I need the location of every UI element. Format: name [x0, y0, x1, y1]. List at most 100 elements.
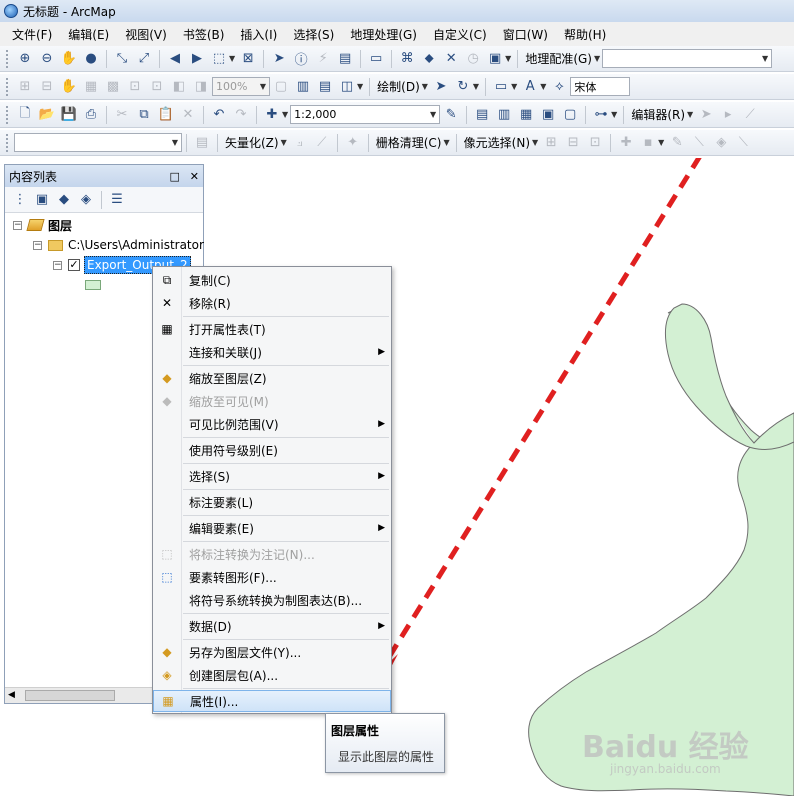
menu-customize[interactable]: 自定义(C) — [425, 26, 495, 43]
menu-view[interactable]: 视图(V) — [117, 26, 175, 43]
fixed-zoom-in-icon[interactable]: ⤡ — [113, 50, 131, 68]
split-toolbar-icon[interactable]: ▪ — [639, 134, 657, 152]
vectorization-menu[interactable]: 矢量化(Z) — [222, 134, 282, 151]
menu-item-label-features[interactable]: 标注要素(L) — [153, 491, 391, 513]
new-text-icon[interactable]: A — [521, 78, 539, 96]
measure-icon[interactable]: ▭ — [367, 50, 385, 68]
font-combo[interactable]: 宋体 — [570, 77, 631, 96]
menu-file[interactable]: 文件(F) — [4, 26, 60, 43]
cell-selection-menu[interactable]: 像元选择(N) — [461, 134, 533, 151]
layout-pan-icon[interactable]: ✋ — [60, 78, 78, 96]
menu-item-zoom-to-layer[interactable]: ◆ 缩放至图层(Z) — [153, 367, 391, 389]
edit-vertices-icon[interactable]: ⟡ — [550, 78, 568, 96]
chevron-down-icon[interactable]: ▼ — [505, 54, 511, 63]
georeferencing-menu[interactable]: 地理配准(G) — [522, 50, 595, 67]
add-data-icon[interactable]: ✚ — [263, 106, 281, 124]
back-arrow-icon[interactable]: ◀ — [166, 50, 184, 68]
collapse-icon[interactable]: − — [53, 260, 62, 270]
list-by-source-icon[interactable]: ▣ — [33, 191, 51, 209]
raster-painting-icon[interactable]: ✦ — [344, 134, 362, 152]
paste-icon[interactable]: 📋 — [157, 106, 175, 124]
chevron-down-icon[interactable]: ▼ — [594, 54, 600, 63]
toolbar-grip[interactable] — [6, 77, 10, 96]
tree-root-layers[interactable]: − 图层 — [13, 215, 72, 235]
table-of-contents-icon[interactable]: ▤ — [473, 106, 491, 124]
pencil-icon[interactable]: ✎ — [668, 134, 686, 152]
menu-geoprocessing[interactable]: 地理处理(G) — [342, 26, 425, 43]
vectorization-trace-between-icon[interactable]: ⟋ — [313, 134, 331, 152]
zoom-whole-page-icon[interactable]: ▦ — [82, 78, 100, 96]
scrollbar-thumb[interactable] — [25, 690, 115, 701]
forward-arrow-icon[interactable]: ▶ — [188, 50, 206, 68]
focus-data-frame-icon[interactable]: ▥ — [294, 78, 312, 96]
go-back-extent-icon[interactable]: ◧ — [170, 78, 188, 96]
delete-icon[interactable]: ✕ — [179, 106, 197, 124]
select-elements-arrow-icon[interactable]: ➤ — [270, 50, 288, 68]
interactive-selection-icon[interactable]: ⊡ — [586, 134, 604, 152]
search-window-icon[interactable]: ▦ — [517, 106, 535, 124]
raster-cleanup-menu[interactable]: 栅格清理(C) — [373, 134, 445, 151]
menu-help[interactable]: 帮助(H) — [556, 26, 614, 43]
toolbar-grip[interactable] — [6, 133, 10, 152]
menu-bookmarks[interactable]: 书签(B) — [175, 26, 233, 43]
open-folder-icon[interactable]: 📂 — [38, 106, 56, 124]
close-icon[interactable]: ✕ — [190, 170, 199, 183]
select-connected-cells-icon[interactable]: ⊞ — [542, 134, 560, 152]
chevron-down-icon[interactable]: ▼ — [611, 110, 617, 119]
find-route-icon[interactable]: ⬥ — [420, 50, 438, 68]
fixed-zoom-out-icon[interactable]: ⤢ — [135, 50, 153, 68]
chevron-down-icon[interactable]: ▼ — [444, 138, 450, 147]
layout-zoom-out-icon[interactable]: ⊟ — [38, 78, 56, 96]
hyperlink-icon[interactable]: ⚡ — [314, 50, 332, 68]
polygon-feature-upper[interactable] — [665, 303, 794, 450]
polygon-symbol-swatch[interactable] — [85, 280, 101, 290]
clear-selection-icon[interactable]: ⊠ — [239, 50, 257, 68]
menu-item-data[interactable]: 数据(D) ▶ — [153, 615, 391, 637]
list-by-drawing-order-icon[interactable]: ⋮ — [11, 191, 29, 209]
layout-zoom-in-icon[interactable]: ⊞ — [16, 78, 34, 96]
target-layer-combo[interactable]: ▼ — [14, 133, 182, 152]
menu-item-convert-labels-to-annotation[interactable]: ⬚ 将标注转换为注记(N)... — [153, 543, 391, 565]
python-window-icon[interactable]: ▢ — [561, 106, 579, 124]
menu-item-selection[interactable]: 选择(S) ▶ — [153, 465, 391, 487]
zoom-100-icon[interactable]: ▩ — [104, 78, 122, 96]
menu-windows[interactable]: 窗口(W) — [495, 26, 556, 43]
undo-icon[interactable]: ↶ — [210, 106, 228, 124]
editor-toolbar-icon[interactable]: ✎ — [442, 106, 460, 124]
layer-visibility-checkbox[interactable]: ✓ — [68, 259, 80, 271]
create-viewer-window-icon[interactable]: ▣ — [486, 50, 504, 68]
tree-symbol-row[interactable] — [85, 275, 101, 295]
catalog-window-icon[interactable]: ▥ — [495, 106, 513, 124]
raster-snapping-icon[interactable]: ▤ — [193, 134, 211, 152]
identify-icon[interactable]: ⓘ — [292, 50, 310, 68]
tree-folder-row[interactable]: − C:\Users\Administrator — [33, 235, 204, 255]
go-to-xy-icon[interactable]: ✕ — [442, 50, 460, 68]
go-forward-extent-icon[interactable]: ◨ — [192, 78, 210, 96]
zoom-out-icon[interactable]: ⊖ — [38, 50, 56, 68]
chevron-down-icon[interactable]: ▼ — [473, 82, 479, 91]
list-by-visibility-icon[interactable]: ◆ — [55, 191, 73, 209]
chevron-down-icon[interactable]: ▼ — [540, 82, 546, 91]
menu-item-copy[interactable]: ⧉ 复制(C) — [153, 269, 391, 291]
menu-insert[interactable]: 插入(I) — [232, 26, 285, 43]
model-builder-icon[interactable]: ⊶ — [592, 106, 610, 124]
chevron-down-icon[interactable]: ▼ — [532, 138, 538, 147]
straight-segment-icon[interactable]: ⟋ — [741, 106, 759, 124]
zoom-percent-combo[interactable]: 100% ▼ — [212, 77, 270, 96]
fixed-zoom-out-layout-icon[interactable]: ⊡ — [148, 78, 166, 96]
menu-item-joins-relates[interactable]: 连接和关联(J) ▶ — [153, 341, 391, 363]
toggle-draft-mode-icon[interactable]: ▢ — [272, 78, 290, 96]
georef-layer-combo[interactable]: ▼ — [602, 49, 773, 68]
chevron-down-icon[interactable]: ▼ — [229, 54, 235, 63]
collapse-icon[interactable]: − — [33, 240, 42, 250]
find-binoculars-icon[interactable]: ⌘ — [398, 50, 416, 68]
chevron-down-icon[interactable]: ▼ — [282, 110, 288, 119]
menu-selection[interactable]: 选择(S) — [285, 26, 342, 43]
menu-item-zoom-to-visible[interactable]: ◆ 缩放至可见(M) — [153, 390, 391, 412]
menu-edit[interactable]: 编辑(E) — [60, 26, 117, 43]
editor-menu[interactable]: 编辑器(R) — [628, 106, 688, 123]
save-icon[interactable]: 💾 — [60, 106, 78, 124]
vectorization-trace-icon[interactable]: ⟓ — [291, 134, 309, 152]
change-layout-icon[interactable]: ▤ — [316, 78, 334, 96]
fixed-zoom-in-layout-icon[interactable]: ⊡ — [126, 78, 144, 96]
